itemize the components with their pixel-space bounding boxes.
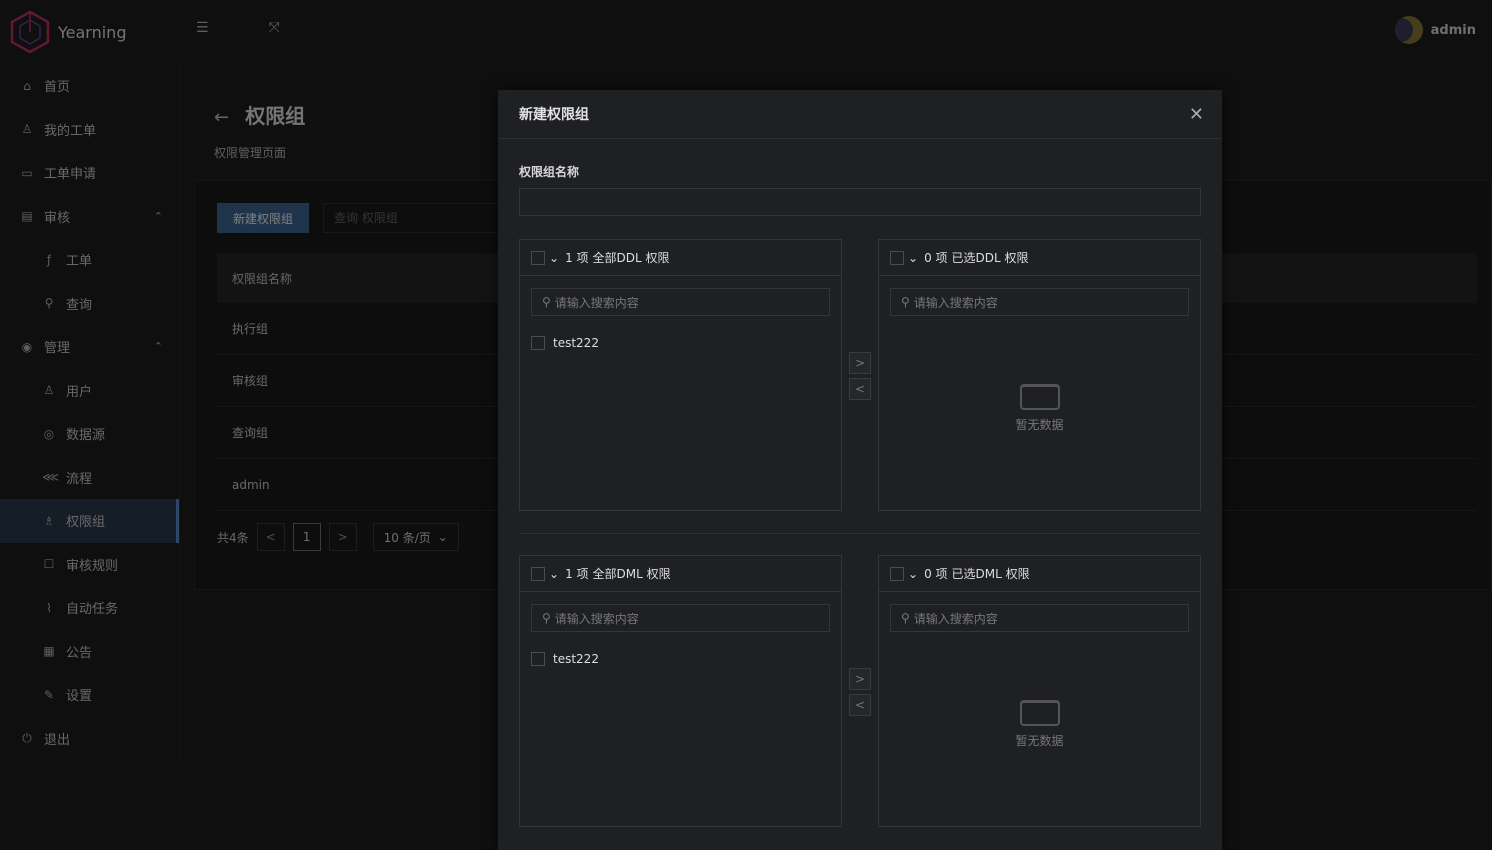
item-label: test222 — [553, 336, 599, 350]
item-count: 1 项 — [565, 567, 589, 581]
item-count: 0 项 — [924, 567, 948, 581]
ddl-transfer-operations: > < — [849, 352, 871, 400]
search-icon: ⚲ — [901, 611, 910, 625]
transfer-title: 全部DDL 权限 — [592, 251, 670, 265]
select-all-checkbox[interactable] — [890, 566, 904, 581]
transfer-header: ⌄ 0 项 已选DML 权限 — [879, 556, 1200, 592]
select-all-checkbox[interactable] — [531, 566, 545, 581]
search-placeholder: 请输入搜索内容 — [913, 295, 998, 310]
search-icon: ⚲ — [542, 295, 551, 309]
modal-header: 新建权限组 ✕ — [498, 90, 1222, 139]
chevron-down-icon[interactable]: ⌄ — [908, 567, 918, 581]
dml-transfer-operations: > < — [849, 668, 871, 716]
item-count: 0 项 — [924, 251, 948, 265]
transfer-header: ⌄ 1 项 全部DML 权限 — [520, 556, 841, 592]
modal-title: 新建权限组 — [519, 107, 589, 123]
search-placeholder: 请输入搜索内容 — [554, 295, 639, 310]
transfer-search-input[interactable]: ⚲ 请输入搜索内容 — [890, 288, 1189, 316]
group-name-input[interactable] — [519, 188, 1201, 216]
move-left-button[interactable]: < — [849, 378, 871, 400]
transfer-header: ⌄ 1 项 全部DDL 权限 — [520, 240, 841, 276]
empty-state: 暂无数据 — [879, 700, 1200, 749]
transfer-search-input[interactable]: ⚲ 请输入搜索内容 — [531, 288, 830, 316]
ddl-target-list: ⌄ 0 项 已选DDL 权限 ⚲ 请输入搜索内容 暂无数据 — [878, 239, 1201, 511]
item-checkbox[interactable] — [531, 652, 545, 666]
chevron-down-icon[interactable]: ⌄ — [908, 251, 918, 265]
search-placeholder: 请输入搜索内容 — [913, 611, 998, 626]
transfer-title: 已选DML 权限 — [951, 567, 1030, 581]
empty-state: 暂无数据 — [879, 384, 1200, 433]
move-right-button[interactable]: > — [849, 352, 871, 374]
list-item[interactable]: test222 — [531, 652, 599, 666]
empty-inbox-icon — [1019, 384, 1060, 410]
chevron-down-icon[interactable]: ⌄ — [549, 567, 559, 581]
item-label: test222 — [553, 652, 599, 666]
empty-inbox-icon — [1019, 700, 1060, 726]
new-group-modal: 新建权限组 ✕ 权限组名称 ⌄ 1 项 全部DDL 权限 ⚲ 请输入搜索内容 t… — [498, 90, 1222, 850]
empty-text: 暂无数据 — [1015, 418, 1064, 432]
list-item[interactable]: test222 — [531, 336, 599, 350]
select-all-checkbox[interactable] — [531, 250, 545, 265]
transfer-title: 已选DDL 权限 — [951, 251, 1029, 265]
close-icon[interactable]: ✕ — [1189, 104, 1204, 125]
ddl-source-list: ⌄ 1 项 全部DDL 权限 ⚲ 请输入搜索内容 test222 — [519, 239, 842, 511]
transfer-search-input[interactable]: ⚲ 请输入搜索内容 — [890, 604, 1189, 632]
move-right-button[interactable]: > — [849, 668, 871, 690]
empty-text: 暂无数据 — [1015, 734, 1064, 748]
search-placeholder: 请输入搜索内容 — [554, 611, 639, 626]
dml-target-list: ⌄ 0 项 已选DML 权限 ⚲ 请输入搜索内容 暂无数据 — [878, 555, 1201, 827]
transfer-header: ⌄ 0 项 已选DDL 权限 — [879, 240, 1200, 276]
chevron-down-icon[interactable]: ⌄ — [549, 251, 559, 265]
transfer-title: 全部DML 权限 — [592, 567, 671, 581]
search-icon: ⚲ — [542, 611, 551, 625]
group-name-label: 权限组名称 — [519, 165, 580, 179]
item-count: 1 项 — [565, 251, 589, 265]
select-all-checkbox[interactable] — [890, 250, 904, 265]
move-left-button[interactable]: < — [849, 694, 871, 716]
section-divider — [519, 533, 1201, 534]
transfer-search-input[interactable]: ⚲ 请输入搜索内容 — [531, 604, 830, 632]
dml-source-list: ⌄ 1 项 全部DML 权限 ⚲ 请输入搜索内容 test222 — [519, 555, 842, 827]
item-checkbox[interactable] — [531, 336, 545, 350]
search-icon: ⚲ — [901, 295, 910, 309]
